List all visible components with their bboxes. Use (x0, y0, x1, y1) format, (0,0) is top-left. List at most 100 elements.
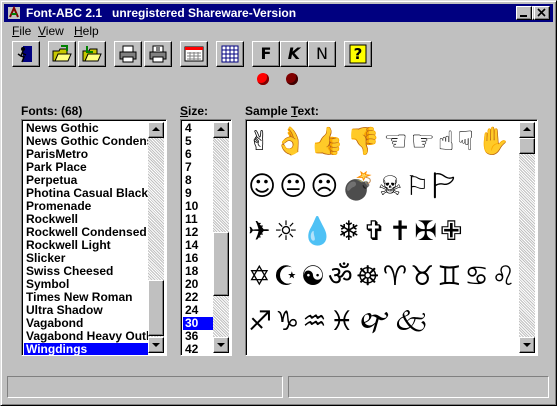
font-list-item[interactable]: Photina Casual Black (24, 187, 148, 200)
font-list-item[interactable]: Symbol (24, 278, 148, 291)
status-led-inactive (286, 73, 298, 85)
keyboard-button[interactable] (180, 41, 208, 67)
font-list[interactable]: News Gothic News Gothic Condens ParisMetro… (21, 119, 167, 356)
size-list-item[interactable]: 16 (183, 252, 213, 265)
sample-glyph-line: ✡☪☯ॐ☸♈♉♊♋♌♍♎♏ (248, 261, 516, 292)
scroll-up-button[interactable] (519, 122, 535, 138)
exit-door-icon (17, 46, 32, 63)
sample-glyph-line: ☺😐☹💣☠⚐🏱 (248, 171, 459, 202)
italic-button[interactable]: K (280, 41, 308, 67)
font-list-item[interactable]: News Gothic (24, 122, 148, 135)
exit-button[interactable] (12, 41, 40, 67)
scroll-thumb[interactable] (148, 280, 164, 336)
scroll-down-button[interactable] (213, 337, 229, 353)
font-list-item[interactable]: Times New Roman (24, 291, 148, 304)
normal-n-label: N (316, 44, 328, 63)
fonts-label: Fonts: (68) (21, 104, 83, 118)
close-button[interactable] (534, 6, 550, 20)
toolbar: F K N ? (4, 40, 553, 74)
size-list-scrollbar[interactable] (213, 122, 229, 353)
size-list-item[interactable]: 30 (183, 317, 213, 330)
normal-button[interactable]: N (308, 41, 336, 67)
print-icon (119, 45, 137, 63)
size-list-item[interactable]: 12 (183, 226, 213, 239)
size-list-item[interactable]: 36 (183, 330, 213, 343)
font-list-item[interactable]: ParisMetro (24, 148, 148, 161)
bold-button[interactable]: F (252, 41, 280, 67)
menu-help[interactable]: Help (74, 24, 99, 38)
font-list-item[interactable]: Ultra Shadow (24, 304, 148, 317)
close-icon (537, 8, 546, 17)
open-folder-icon (52, 45, 72, 62)
arrow-down-icon (217, 343, 225, 347)
scroll-down-button[interactable] (148, 337, 164, 353)
scroll-up-button[interactable] (213, 122, 229, 138)
scroll-up-button[interactable] (148, 122, 164, 138)
grid-icon (221, 45, 239, 63)
minimize-button[interactable] (516, 6, 532, 20)
caption-gap (550, 6, 553, 20)
font-list-item[interactable]: Wingdings (24, 343, 148, 355)
menu-file[interactable]: File (12, 24, 31, 38)
install-folder-icon (82, 46, 102, 62)
sample-scrollbar[interactable] (519, 122, 535, 353)
scroll-down-button[interactable] (519, 337, 535, 353)
size-list-item[interactable]: 10 (183, 200, 213, 213)
size-list-item[interactable]: 5 (183, 135, 213, 148)
font-list-item[interactable]: Rockwell (24, 213, 148, 226)
bold-f-label: F (260, 44, 272, 63)
character-map-button[interactable] (216, 41, 244, 67)
arrow-up-icon (523, 127, 531, 131)
print-preview-button[interactable] (144, 41, 172, 67)
sample-glyph-line: ♐♑♒♓🙰🙵 (248, 306, 432, 337)
size-list[interactable]: 4 5 6 7 8 9 10 11 12 14 16 18 20 22 24 30 36 42 (180, 119, 232, 356)
font-list-item[interactable]: Vagabond Heavy Outl (24, 330, 148, 343)
print-button[interactable] (114, 41, 142, 67)
install-font-button[interactable] (78, 41, 106, 67)
size-list-item[interactable]: 24 (183, 304, 213, 317)
size-list-item[interactable]: 18 (183, 265, 213, 278)
italic-k-label: K (287, 44, 301, 63)
font-list-scrollbar[interactable] (148, 122, 164, 353)
font-list-item[interactable]: Rockwell Light (24, 239, 148, 252)
font-list-item[interactable]: Promenade (24, 200, 148, 213)
help-button[interactable]: ? (344, 41, 372, 67)
print-preview-icon (149, 45, 167, 63)
arrow-down-icon (152, 343, 160, 347)
help-question-label: ? (353, 45, 363, 63)
open-font-button[interactable] (48, 41, 76, 67)
scroll-thumb[interactable] (213, 232, 229, 296)
size-list-item[interactable]: 6 (183, 148, 213, 161)
size-list-item[interactable]: 8 (183, 174, 213, 187)
status-panel-right (288, 376, 549, 398)
font-list-item[interactable]: Perpetua (24, 174, 148, 187)
arrow-down-icon (523, 343, 531, 347)
size-list-item[interactable]: 20 (183, 278, 213, 291)
window-title: Font-ABC 2.1 unregistered Shareware-Vers… (26, 6, 297, 20)
status-led-active (257, 73, 269, 85)
size-list-item[interactable]: 9 (183, 187, 213, 200)
font-list-item[interactable]: Park Place (24, 161, 148, 174)
app-logo-icon (8, 6, 20, 19)
font-list-item[interactable]: Vagabond (24, 317, 148, 330)
size-list-item[interactable]: 11 (183, 213, 213, 226)
menu-view[interactable]: View (38, 24, 64, 38)
size-list-item[interactable]: 14 (183, 239, 213, 252)
arrow-up-icon (217, 127, 225, 131)
font-list-item[interactable]: Swiss Cheesed (24, 265, 148, 278)
size-list-item[interactable]: 7 (183, 161, 213, 174)
sample-text-label: Sample Text: (245, 104, 319, 118)
title-bar[interactable]: Font-ABC 2.1 unregistered Shareware-Vers… (4, 4, 553, 22)
arrow-up-icon (152, 127, 160, 131)
size-label: Size: (180, 104, 209, 118)
size-list-item[interactable]: 4 (183, 122, 213, 135)
status-panel-left (7, 376, 283, 398)
size-list-item[interactable]: 42 (183, 343, 213, 355)
scroll-thumb[interactable] (519, 138, 535, 154)
font-list-item[interactable]: Slicker (24, 252, 148, 265)
font-list-item[interactable]: News Gothic Condens (24, 135, 148, 148)
sample-text-area[interactable]: ✌👌👍👎☜☞☝☟✋ ☺😐☹💣☠⚐🏱 ✈☼💧❄✞✝✠✙ ✡☪☯ॐ☸♈♉♊♋♌♍♎♏ ♐♑♒… (245, 119, 538, 356)
size-list-item[interactable]: 22 (183, 291, 213, 304)
font-list-item[interactable]: Rockwell Condensed (24, 226, 148, 239)
keyboard-icon (184, 46, 204, 62)
